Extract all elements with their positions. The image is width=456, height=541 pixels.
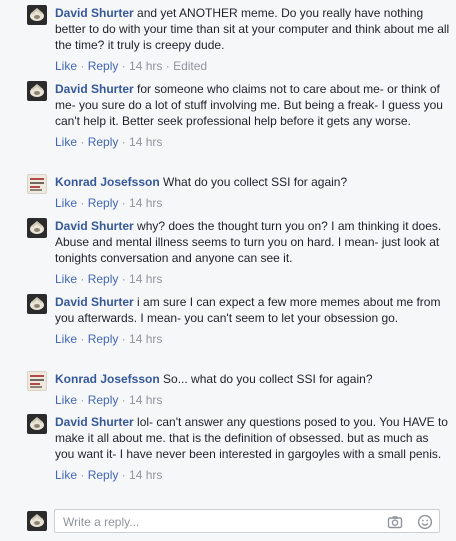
meta-separator: · [162,59,174,73]
meta-separator: · [77,272,88,286]
comment-author-link[interactable]: David Shurter [55,415,134,429]
like-link[interactable]: Like [55,59,77,73]
meta-separator: · [118,332,130,346]
comment-text-block: David Shurter lol- can't answer any ques… [55,414,451,462]
meta-separator: · [118,468,130,482]
meta-separator: · [77,468,88,482]
camera-icon[interactable] [387,514,403,530]
timestamp[interactable]: 14 hrs [129,135,162,149]
avatar[interactable] [27,371,47,391]
comment-content: David Shurter lol- can't answer any ques… [55,414,451,483]
like-link[interactable]: Like [55,332,77,346]
comment-text-block: David Shurter why? does the thought turn… [55,218,451,266]
comment-meta: Like · Reply · 14 hrs [55,134,451,150]
like-link[interactable]: Like [55,135,77,149]
reply-link[interactable]: Reply [88,332,119,346]
avatar[interactable] [27,294,47,314]
comment-text-block: David Shurter for someone who claims not… [55,81,451,129]
comment-author-link[interactable]: David Shurter [55,6,134,20]
meta-separator: · [118,59,130,73]
meta-separator: · [118,393,130,407]
comment-text-block: Konrad Josefsson What do you collect SSI… [55,174,451,190]
comment-author-link[interactable]: David Shurter [55,295,134,309]
avatar[interactable] [27,81,47,101]
meta-separator: · [77,393,88,407]
reply-link[interactable]: Reply [88,59,119,73]
reply-link[interactable]: Reply [88,393,119,407]
timestamp[interactable]: 14 hrs [129,196,162,210]
comment-content: Konrad Josefsson So... what do you colle… [55,371,451,408]
comment-content: David Shurter for someone who claims not… [55,81,451,150]
reply-link[interactable]: Reply [88,468,119,482]
comment-author-link[interactable]: David Shurter [55,82,134,96]
comment-content: Konrad Josefsson What do you collect SSI… [55,174,451,211]
comment-author-link[interactable]: Konrad Josefsson [55,175,160,189]
reply-composer [0,506,456,536]
timestamp[interactable]: 14 hrs [129,272,162,286]
comment-meta: Like · Reply · 14 hrs · Edited [55,58,451,74]
like-link[interactable]: Like [55,196,77,210]
comment-content: David Shurter why? does the thought turn… [55,218,451,287]
comment-meta: Like · Reply · 14 hrs [55,271,451,287]
comment-author-link[interactable]: Konrad Josefsson [55,372,160,386]
edited-label[interactable]: Edited [173,59,207,73]
comment-text: What do you collect SSI for again? [159,175,348,189]
comment-meta: Like · Reply · 14 hrs [55,195,451,211]
comment-content: David Shurter and yet ANOTHER meme. Do y… [55,5,451,74]
comment-text-block: David Shurter i am sure I can expect a f… [55,294,451,326]
avatar[interactable] [27,174,47,194]
comment-text-block: Konrad Josefsson So... what do you colle… [55,371,451,387]
reply-input[interactable] [61,512,375,532]
like-link[interactable]: Like [55,272,77,286]
reply-link[interactable]: Reply [88,272,119,286]
current-user-avatar [27,511,47,531]
meta-separator: · [77,332,88,346]
reply-link[interactable]: Reply [88,196,119,210]
comment-meta: Like · Reply · 14 hrs [55,331,451,347]
timestamp[interactable]: 14 hrs [129,59,162,73]
comment-text: So... what do you collect SSI for again? [159,372,373,386]
comment-author-link[interactable]: David Shurter [55,219,134,233]
like-link[interactable]: Like [55,468,77,482]
meta-separator: · [77,59,88,73]
timestamp[interactable]: 14 hrs [129,393,162,407]
avatar[interactable] [27,5,47,25]
reply-link[interactable]: Reply [88,135,119,149]
comment-content: David Shurter i am sure I can expect a f… [55,294,451,347]
avatar[interactable] [27,218,47,238]
emoji-icon[interactable] [417,514,433,530]
comment-text-block: David Shurter and yet ANOTHER meme. Do y… [55,5,451,53]
timestamp[interactable]: 14 hrs [129,468,162,482]
comment-meta: Like · Reply · 14 hrs [55,467,451,483]
like-link[interactable]: Like [55,393,77,407]
meta-separator: · [77,196,88,210]
meta-separator: · [77,135,88,149]
reply-input-container[interactable] [54,509,440,533]
comment-meta: Like · Reply · 14 hrs [55,392,451,408]
meta-separator: · [118,196,130,210]
meta-separator: · [118,272,130,286]
timestamp[interactable]: 14 hrs [129,332,162,346]
meta-separator: · [118,135,130,149]
avatar[interactable] [27,414,47,434]
